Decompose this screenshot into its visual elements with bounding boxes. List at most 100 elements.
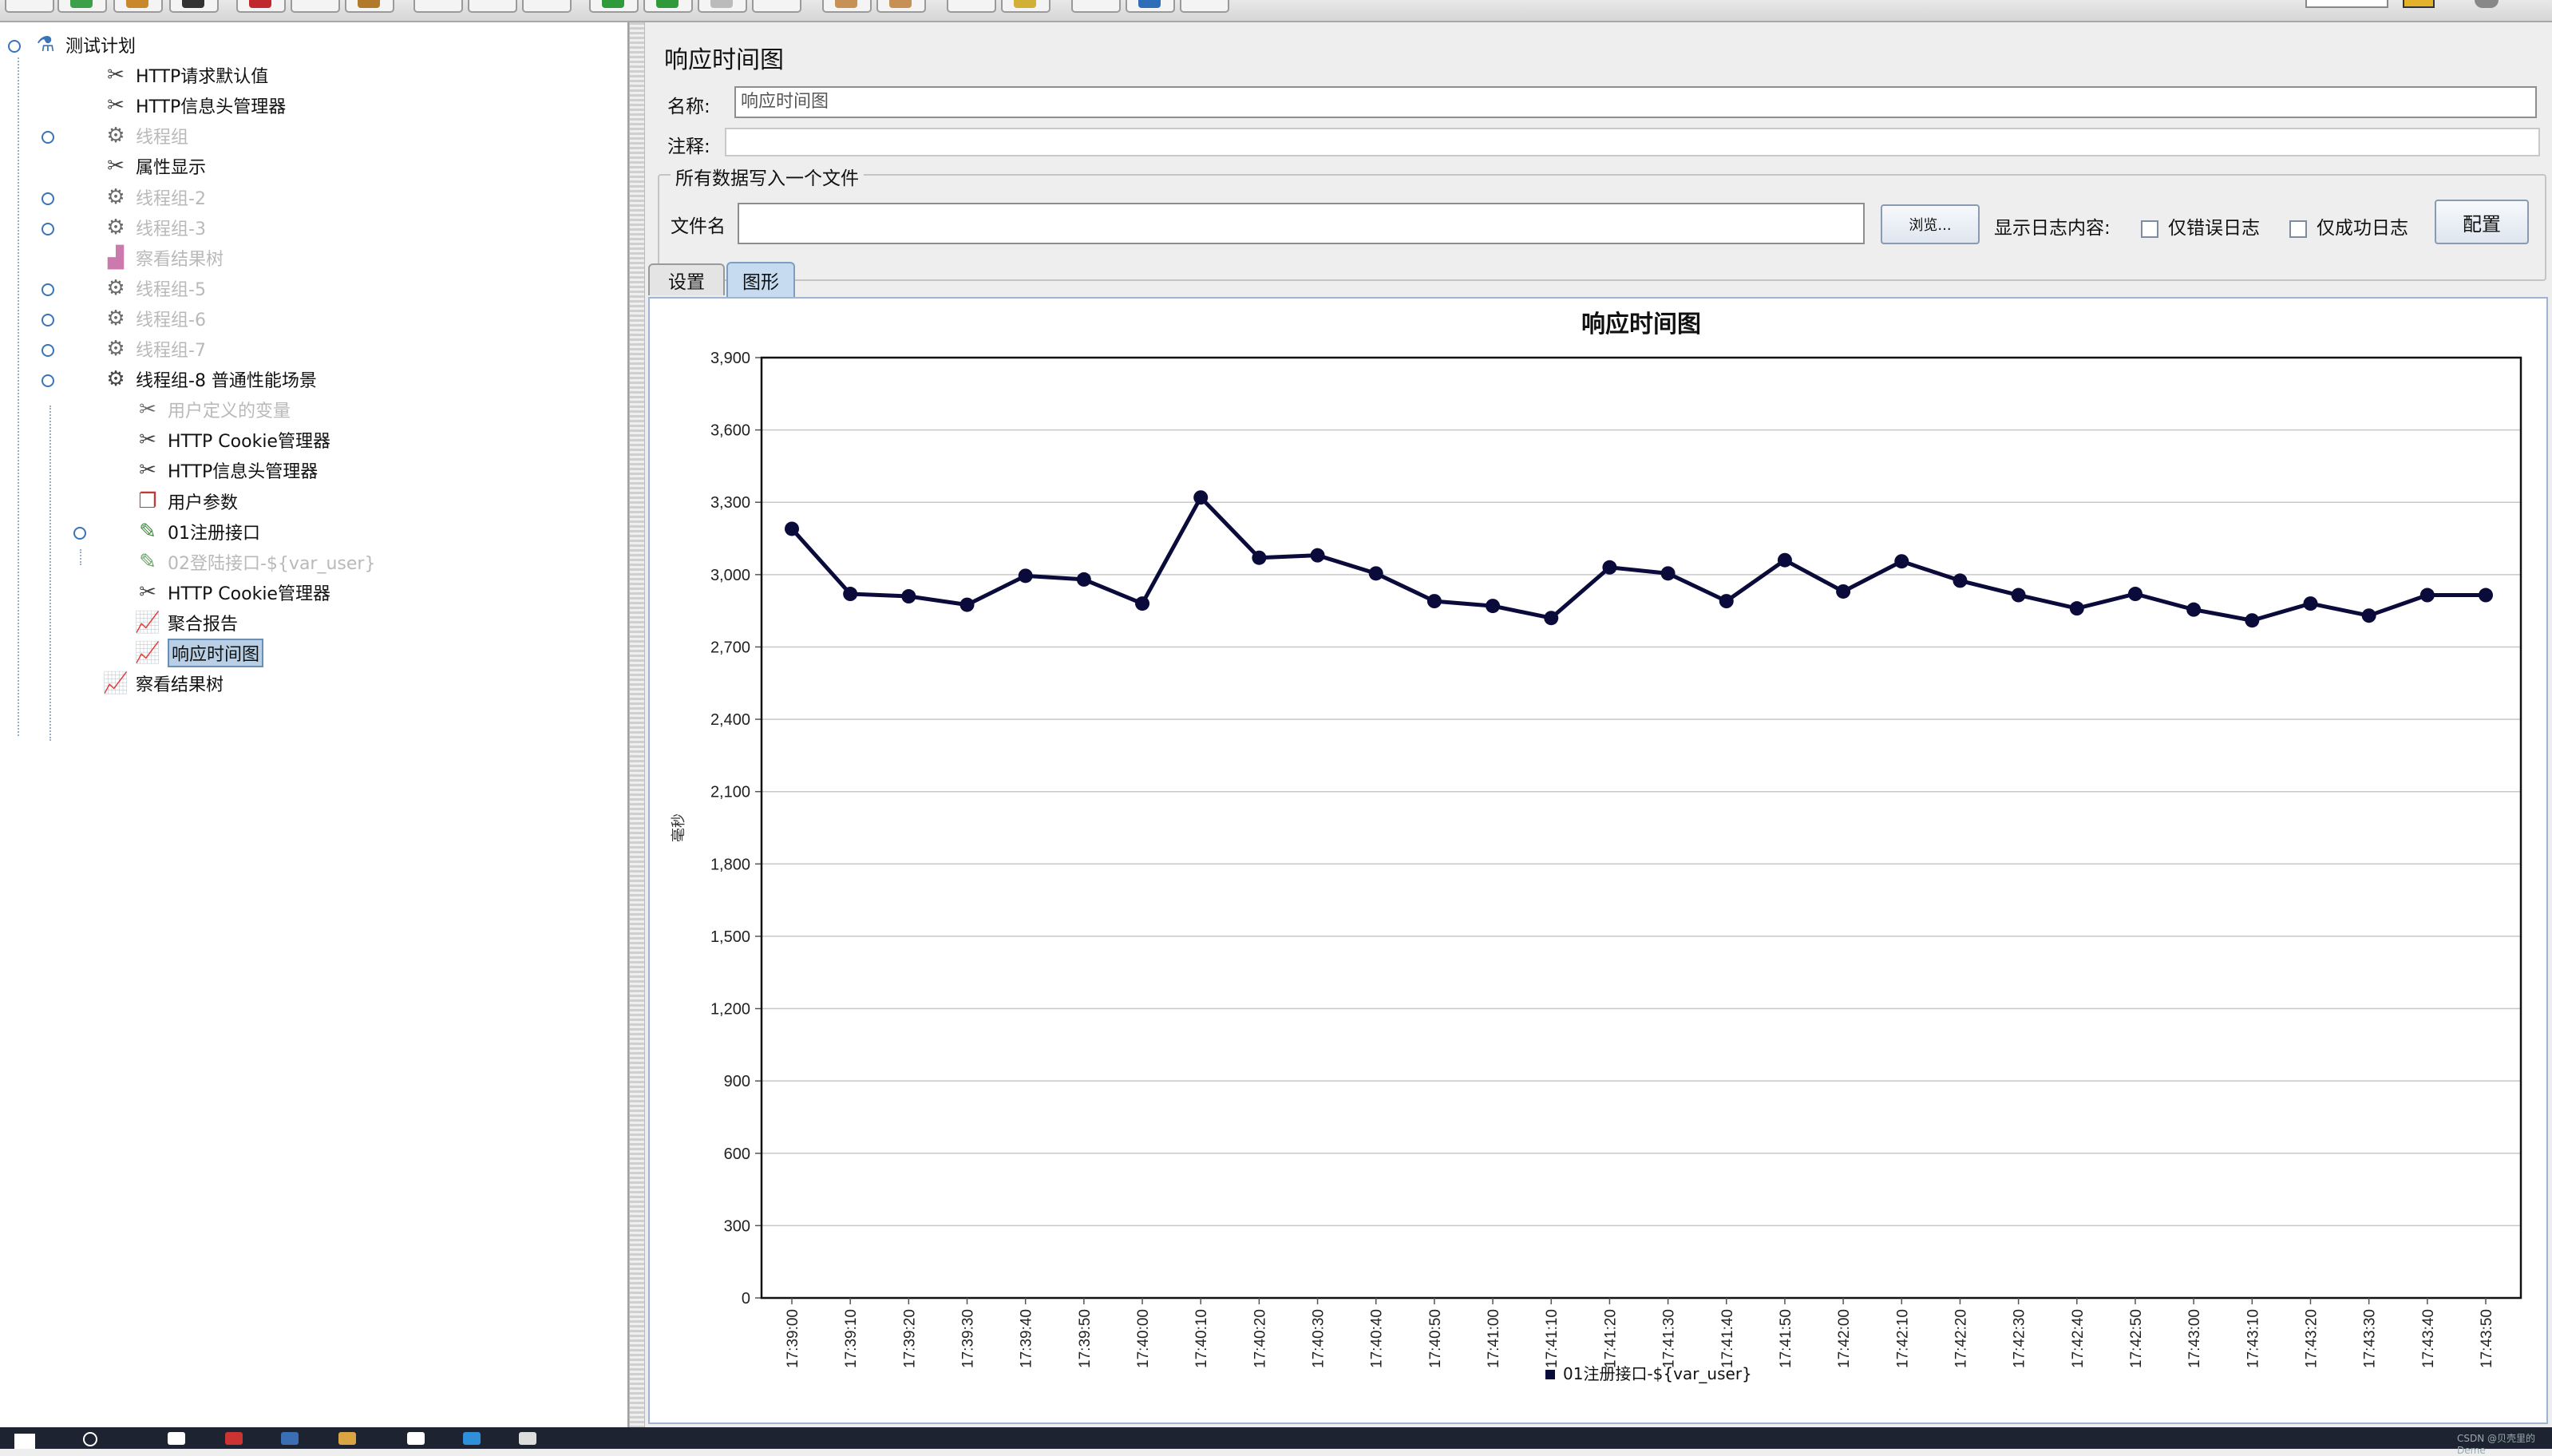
gear-icon: ⚙: [106, 337, 125, 361]
taskbar-app-icon[interactable]: [407, 1432, 425, 1445]
tree-node[interactable]: ✂ 属性显示: [102, 152, 206, 180]
expand-toggle-icon[interactable]: [73, 526, 86, 540]
tree-node[interactable]: ⚗ 测试计划: [32, 30, 136, 59]
x-tick-label: 17:40:30: [1311, 1309, 1327, 1368]
tab-graph[interactable]: 图形: [726, 262, 795, 297]
tree-node[interactable]: ⚙ 线程组-8 普通性能场景: [102, 365, 317, 394]
expand-icon[interactable]: [413, 0, 463, 13]
remote-start-icon[interactable]: [822, 0, 872, 13]
tree-node-label: 聚合报告: [168, 614, 239, 635]
new-icon[interactable]: [5, 0, 54, 13]
x-tick-label: 17:42:10: [1894, 1309, 1911, 1368]
clear-all-icon[interactable]: [1001, 0, 1050, 13]
comment-field[interactable]: [725, 128, 2540, 156]
page-title: 响应时间图: [664, 46, 784, 74]
taskbar-app-icon[interactable]: [519, 1432, 536, 1445]
data-point: [2069, 601, 2084, 616]
y-tick-label: 1,500: [710, 928, 750, 946]
search-icon[interactable]: [1071, 0, 1121, 13]
save-icon[interactable]: [169, 0, 219, 13]
collapse-toggle-icon[interactable]: [42, 374, 54, 388]
errors-only-option[interactable]: 仅错误日志: [2141, 212, 2260, 239]
start-no-pause-icon[interactable]: [643, 0, 693, 13]
tree-node-label: HTTP信息头管理器: [136, 97, 287, 118]
tree-node[interactable]: ✎ 02登陆接口-${var_user}: [134, 548, 375, 576]
filename-input[interactable]: [738, 203, 1865, 244]
x-tick-label: 17:40:00: [1135, 1309, 1152, 1368]
windows-start-icon[interactable]: [14, 1434, 35, 1449]
tree-node[interactable]: ✂ HTTP信息头管理器: [134, 456, 318, 485]
help-icon[interactable]: [1180, 0, 1229, 13]
tree-node[interactable]: ✂ HTTP Cookie管理器: [134, 425, 330, 454]
tree-node[interactable]: ▟ 察看结果树: [102, 243, 224, 272]
success-only-option[interactable]: 仅成功日志: [2289, 212, 2408, 239]
y-tick-label: 1,200: [710, 1001, 750, 1019]
tree-node[interactable]: ⚙ 线程组-7: [102, 334, 206, 363]
paste-icon[interactable]: [345, 0, 394, 13]
y-tick-label: 2,400: [710, 711, 750, 729]
x-tick-label: 17:39:00: [785, 1309, 801, 1368]
start-icon[interactable]: [589, 0, 639, 13]
taskbar-app-icon[interactable]: [168, 1432, 185, 1445]
data-point: [1252, 550, 1267, 565]
remote-stop-icon[interactable]: [876, 0, 926, 13]
x-tick-label: 17:43:40: [2420, 1309, 2437, 1368]
tree-node[interactable]: ⚙ 线程组-5: [102, 274, 206, 303]
toggle-icon[interactable]: [522, 0, 572, 13]
copy-icon[interactable]: [291, 0, 340, 13]
expand-toggle-icon[interactable]: [42, 131, 54, 144]
tab-settings[interactable]: 设置: [648, 263, 725, 295]
search-icon[interactable]: [83, 1432, 97, 1446]
tree-node[interactable]: ⚙ 线程组-6: [102, 304, 206, 333]
tree-node[interactable]: ⚙ 线程组-3: [102, 213, 206, 242]
open-icon[interactable]: [113, 0, 163, 13]
expand-toggle-icon[interactable]: [42, 222, 54, 235]
tree-node[interactable]: ❐ 用户参数: [134, 487, 238, 516]
gear-icon: ⚙: [106, 367, 125, 392]
collapse-toggle-icon[interactable]: [8, 40, 21, 53]
data-point: [2011, 588, 2026, 603]
taskbar-app-icon[interactable]: [281, 1432, 299, 1445]
success-only-checkbox[interactable]: [2289, 220, 2307, 238]
panel-splitter[interactable]: [629, 22, 645, 1427]
expand-toggle-icon[interactable]: [42, 192, 54, 205]
tree-node[interactable]: ✂ HTTP Cookie管理器: [134, 578, 330, 607]
tree-node[interactable]: ✎ 01注册接口: [134, 517, 260, 546]
chart-title: 响应时间图: [1581, 311, 1701, 338]
stop-icon[interactable]: [698, 0, 747, 13]
templates-icon[interactable]: [57, 0, 107, 13]
taskbar-app-icon[interactable]: [463, 1432, 481, 1445]
tree-node[interactable]: 📈 响应时间图: [134, 639, 264, 667]
taskbar-app-icon[interactable]: [225, 1432, 243, 1445]
tree-node[interactable]: 📈 察看结果树: [102, 669, 224, 698]
response-time-chart: 响应时间图 0 300 600 900 1,200 1,500 1,800 2,100 2,400…: [671, 311, 2522, 1383]
expand-toggle-icon[interactable]: [42, 313, 54, 326]
errors-only-checkbox[interactable]: [2141, 220, 2158, 238]
tree-node[interactable]: ⚙ 线程组-2: [102, 183, 206, 212]
legend-marker: [1545, 1370, 1555, 1379]
legend-label: 01注册接口-${var_user}: [1563, 1364, 1752, 1383]
expand-toggle-icon[interactable]: [42, 344, 54, 357]
data-point: [1660, 566, 1676, 581]
taskbar-app-icon[interactable]: [338, 1432, 356, 1445]
tree-node[interactable]: ✂ 用户定义的变量: [134, 395, 291, 424]
x-tick-label: 17:40:20: [1252, 1309, 1268, 1368]
browse-button[interactable]: 浏览...: [1881, 204, 1980, 244]
warning-icon[interactable]: [2403, 0, 2435, 8]
status-indicator-icon: [2475, 0, 2499, 8]
data-point: [1486, 599, 1501, 614]
elapsed-time-field: [2305, 0, 2388, 8]
name-field[interactable]: 响应时间图: [734, 86, 2537, 118]
clear-icon[interactable]: [947, 0, 996, 13]
x-tick-label: 17:42:20: [1953, 1309, 1969, 1368]
shutdown-icon[interactable]: [752, 0, 801, 13]
tree-node[interactable]: ✂ HTTP信息头管理器: [102, 91, 286, 120]
cut-icon[interactable]: [236, 0, 286, 13]
configure-button[interactable]: 配置: [2435, 200, 2529, 244]
tree-node[interactable]: ✂ HTTP请求默认值: [102, 61, 268, 89]
function-helper-icon[interactable]: [1126, 0, 1175, 13]
tree-node[interactable]: ⚙ 线程组: [102, 121, 188, 150]
tree-node[interactable]: 📈 聚合报告: [134, 608, 238, 637]
collapse-icon[interactable]: [468, 0, 517, 13]
expand-toggle-icon[interactable]: [42, 283, 54, 296]
